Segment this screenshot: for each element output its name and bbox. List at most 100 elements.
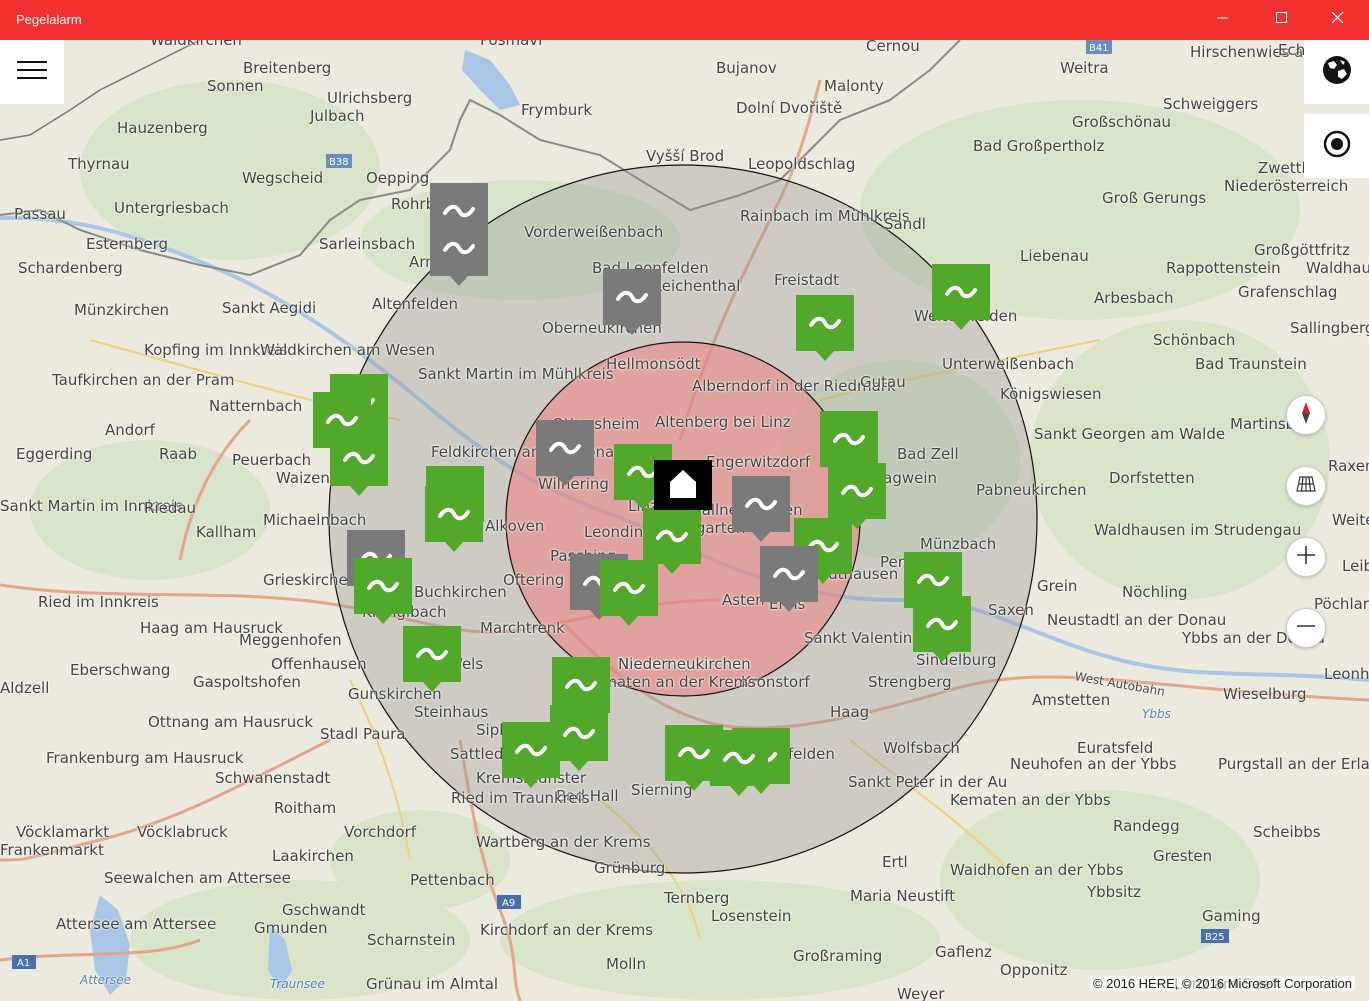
gauge-marker[interactable] [354, 558, 412, 624]
map-label: Molln [606, 955, 646, 973]
map-label: Vorchdorf [344, 823, 417, 841]
map-style-button[interactable] [1286, 466, 1326, 506]
map-label: Schweiggers [1163, 95, 1259, 113]
map-label: Sankt Martin im Mühlkreis [418, 365, 614, 383]
globe-button[interactable] [1304, 40, 1369, 104]
map-label: Raab [159, 445, 197, 463]
map-label: Altenberg bei Linz [655, 413, 791, 431]
map-label: Kallham [196, 523, 257, 541]
map-label: Steinhaus [414, 703, 489, 721]
globe-icon [1322, 55, 1352, 90]
gauge-marker[interactable] [732, 476, 790, 542]
map-label: Zwettl [1258, 159, 1306, 177]
gauge-marker[interactable] [828, 463, 886, 529]
app-title: Pegelalarm [16, 12, 82, 27]
minimize-button[interactable] [1200, 0, 1246, 40]
map-label: Feldkirchen an der Donau [431, 443, 624, 461]
svg-text:B25: B25 [1205, 932, 1225, 943]
map-label: Hellmonsödt [606, 355, 701, 373]
gauge-marker[interactable] [710, 730, 768, 796]
gauge-marker[interactable] [536, 420, 594, 486]
map-label: Dorfstetten [1109, 469, 1195, 487]
map-label: Dolní Dvořiště [736, 99, 843, 117]
map-label: Königswiesen [1000, 385, 1102, 403]
map-label: Neuhofen an der Ybbs [1010, 755, 1177, 773]
map-label: Reichenthal [652, 277, 741, 295]
close-button[interactable] [1315, 0, 1361, 40]
gauge-marker[interactable] [403, 626, 461, 692]
map-label: Pabneukirchen [976, 481, 1087, 499]
map-label: Riedau [144, 499, 197, 517]
map-label: Pösmavi [480, 40, 543, 49]
gauge-marker[interactable] [913, 596, 971, 662]
gauge-marker[interactable] [796, 295, 854, 361]
gauge-marker[interactable] [643, 508, 701, 574]
map-label: Wartberg an der Krems [476, 833, 651, 851]
map-label: Ech [1278, 41, 1306, 59]
gauge-marker[interactable] [430, 220, 488, 286]
home-location-marker[interactable] [654, 460, 712, 510]
map-label: Pettenbach [410, 871, 495, 889]
locate-button[interactable] [1304, 114, 1369, 178]
map-label: Bad Zell [897, 445, 959, 463]
map-label: Thyrnau [68, 155, 130, 173]
water-level-icon [430, 220, 488, 286]
compass-button[interactable] [1286, 395, 1326, 435]
zoom-in-button[interactable] [1286, 537, 1326, 577]
map-label: Laakirchen [272, 847, 354, 865]
map-label: Gutau [860, 373, 906, 391]
home-icon [670, 470, 696, 498]
map-label: Ried im Innkreis [38, 593, 159, 611]
map-copyright: © 2016 HERE, © 2016 Microsoft Corporatio… [1089, 976, 1355, 991]
gauge-marker[interactable] [760, 546, 818, 612]
map-label: Malonty [824, 77, 884, 95]
gauge-marker[interactable] [603, 269, 661, 335]
map-label: Gschwandt [282, 901, 366, 919]
map-label: Arbesbach [1094, 289, 1174, 307]
map-label: Leopoldschlag [748, 155, 856, 173]
water-level-icon [603, 269, 661, 335]
map-label: Liebenau [1020, 247, 1089, 265]
close-icon [1331, 11, 1344, 29]
map-label: Andorf [105, 421, 155, 439]
map-label: Sankt Peter in der Au [848, 773, 1008, 791]
minus-icon [1296, 616, 1316, 641]
map-label: Attersee am Attersee [56, 915, 217, 933]
map-label: Traunsee [270, 977, 325, 991]
gauge-marker[interactable] [820, 411, 878, 477]
map-label: Aldzell [0, 679, 50, 697]
water-level-icon [403, 626, 461, 692]
map-label: Altenfelden [372, 295, 458, 313]
map-view[interactable]: B38 B41 A9 B25 A1 Waldkirchen Pösmavi Cern… [0, 40, 1369, 1001]
zoom-out-button[interactable] [1286, 608, 1326, 648]
map-label: Ybbsitz [1087, 883, 1141, 901]
map-label: Buchkirchen [414, 583, 507, 601]
map-label: Sattledt [450, 745, 510, 763]
gauge-marker[interactable] [600, 560, 658, 626]
map-label: Grünau im Almtal [366, 975, 499, 993]
map-label: Kirchdorf an der Krems [480, 921, 653, 939]
map-label: Marchtrenk [480, 619, 565, 637]
gauge-marker[interactable] [330, 430, 388, 496]
map-label: Julbach [310, 107, 365, 125]
gauge-marker[interactable] [932, 264, 990, 330]
water-level-icon [502, 722, 560, 788]
map-label: Gmunden [254, 919, 328, 937]
map-label: Münzbach [920, 535, 997, 553]
map-label: Randegg [1113, 817, 1180, 835]
map-label: Sankt Georgen am Walde [1034, 425, 1226, 443]
gauge-marker[interactable] [502, 722, 560, 788]
gauge-marker[interactable] [425, 486, 483, 552]
map-label: Grein [1037, 577, 1078, 595]
map-label: Eberschwang [70, 661, 171, 679]
menu-button[interactable] [0, 40, 64, 104]
map-label: Purgstall an der Erlauf [1218, 755, 1369, 773]
map-label: Ertl [882, 853, 908, 871]
map-label: Ternberg [664, 889, 730, 907]
title-bar: Pegelalarm [0, 0, 1369, 40]
map-label: Unterweißenbach [942, 355, 1075, 373]
maximize-button[interactable] [1259, 0, 1305, 40]
map-label: Bujanov [716, 59, 777, 77]
compass-icon [1299, 401, 1313, 429]
map-label: Sallingberg [1290, 319, 1369, 337]
